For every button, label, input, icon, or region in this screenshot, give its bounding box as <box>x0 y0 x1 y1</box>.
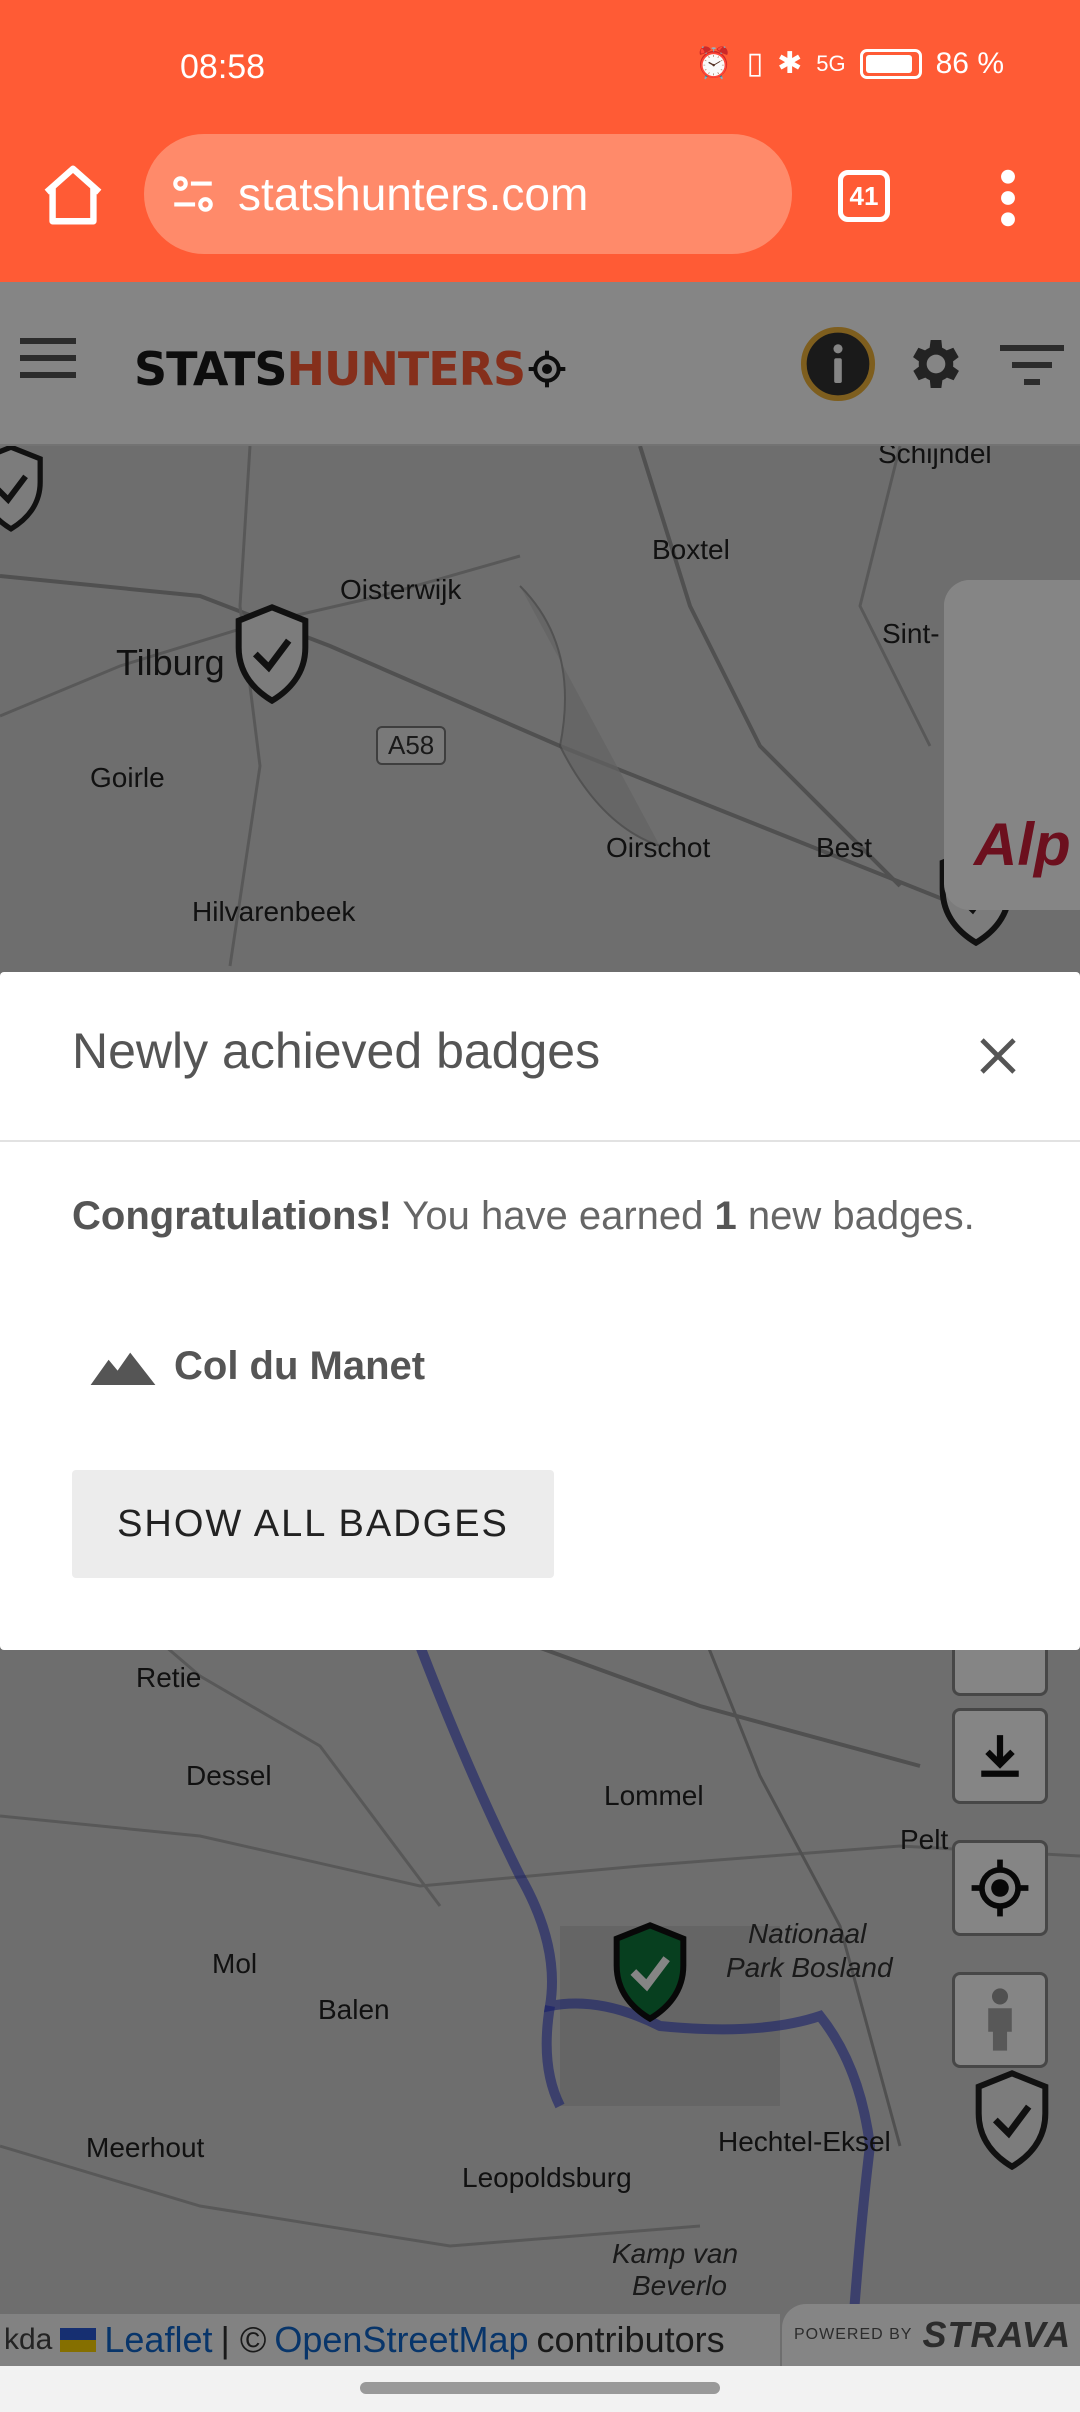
address-bar[interactable]: statshunters.com <box>144 134 792 254</box>
close-button[interactable] <box>948 1006 1048 1106</box>
status-bar: 08:58 ⏰ ▯ ✱ 5G 86 % <box>0 0 1080 130</box>
signal-icon: 5G <box>816 50 846 76</box>
msg-pre: You have earned <box>402 1194 704 1238</box>
browser-toolbar: statshunters.com 41 <box>0 130 1080 282</box>
msg-post: new badges. <box>747 1194 975 1238</box>
new-badges-dialog: Newly achieved badges Congratulations! Y… <box>0 972 1080 1650</box>
mountain-icon <box>90 1352 156 1385</box>
system-nav-bar <box>0 2366 1080 2412</box>
badge-list-item[interactable]: Col du Manet <box>90 1344 425 1389</box>
dialog-title: Newly achieved badges <box>72 1023 601 1079</box>
badge-count: 1 <box>714 1194 737 1238</box>
tabs-button[interactable]: 41 <box>838 170 890 222</box>
status-icons: ⏰ ▯ ✱ 5G 86 % <box>695 46 1004 81</box>
show-all-badges-button[interactable]: SHOW ALL BADGES <box>72 1470 554 1578</box>
battery-icon <box>859 48 922 79</box>
home-icon[interactable] <box>38 160 108 230</box>
congrats-text: Congratulations! <box>72 1194 392 1238</box>
site-settings-icon[interactable] <box>168 169 218 219</box>
dialog-header: Newly achieved badges <box>0 972 1080 1142</box>
more-vert-icon[interactable] <box>990 166 1026 230</box>
home-gesture-handle[interactable] <box>360 2382 720 2394</box>
status-time: 08:58 <box>180 48 266 86</box>
alarm-icon: ⏰ <box>695 47 733 80</box>
vibrate-icon: ▯ <box>746 47 764 80</box>
bluetooth-icon: ✱ <box>777 47 803 80</box>
dialog-message: Congratulations! You have earned 1 new b… <box>72 1194 975 1239</box>
badge-name: Col du Manet <box>174 1344 426 1388</box>
url-text: statshunters.com <box>238 168 589 220</box>
close-icon <box>980 1038 1016 1074</box>
battery-percent: 86 % <box>935 46 1004 80</box>
